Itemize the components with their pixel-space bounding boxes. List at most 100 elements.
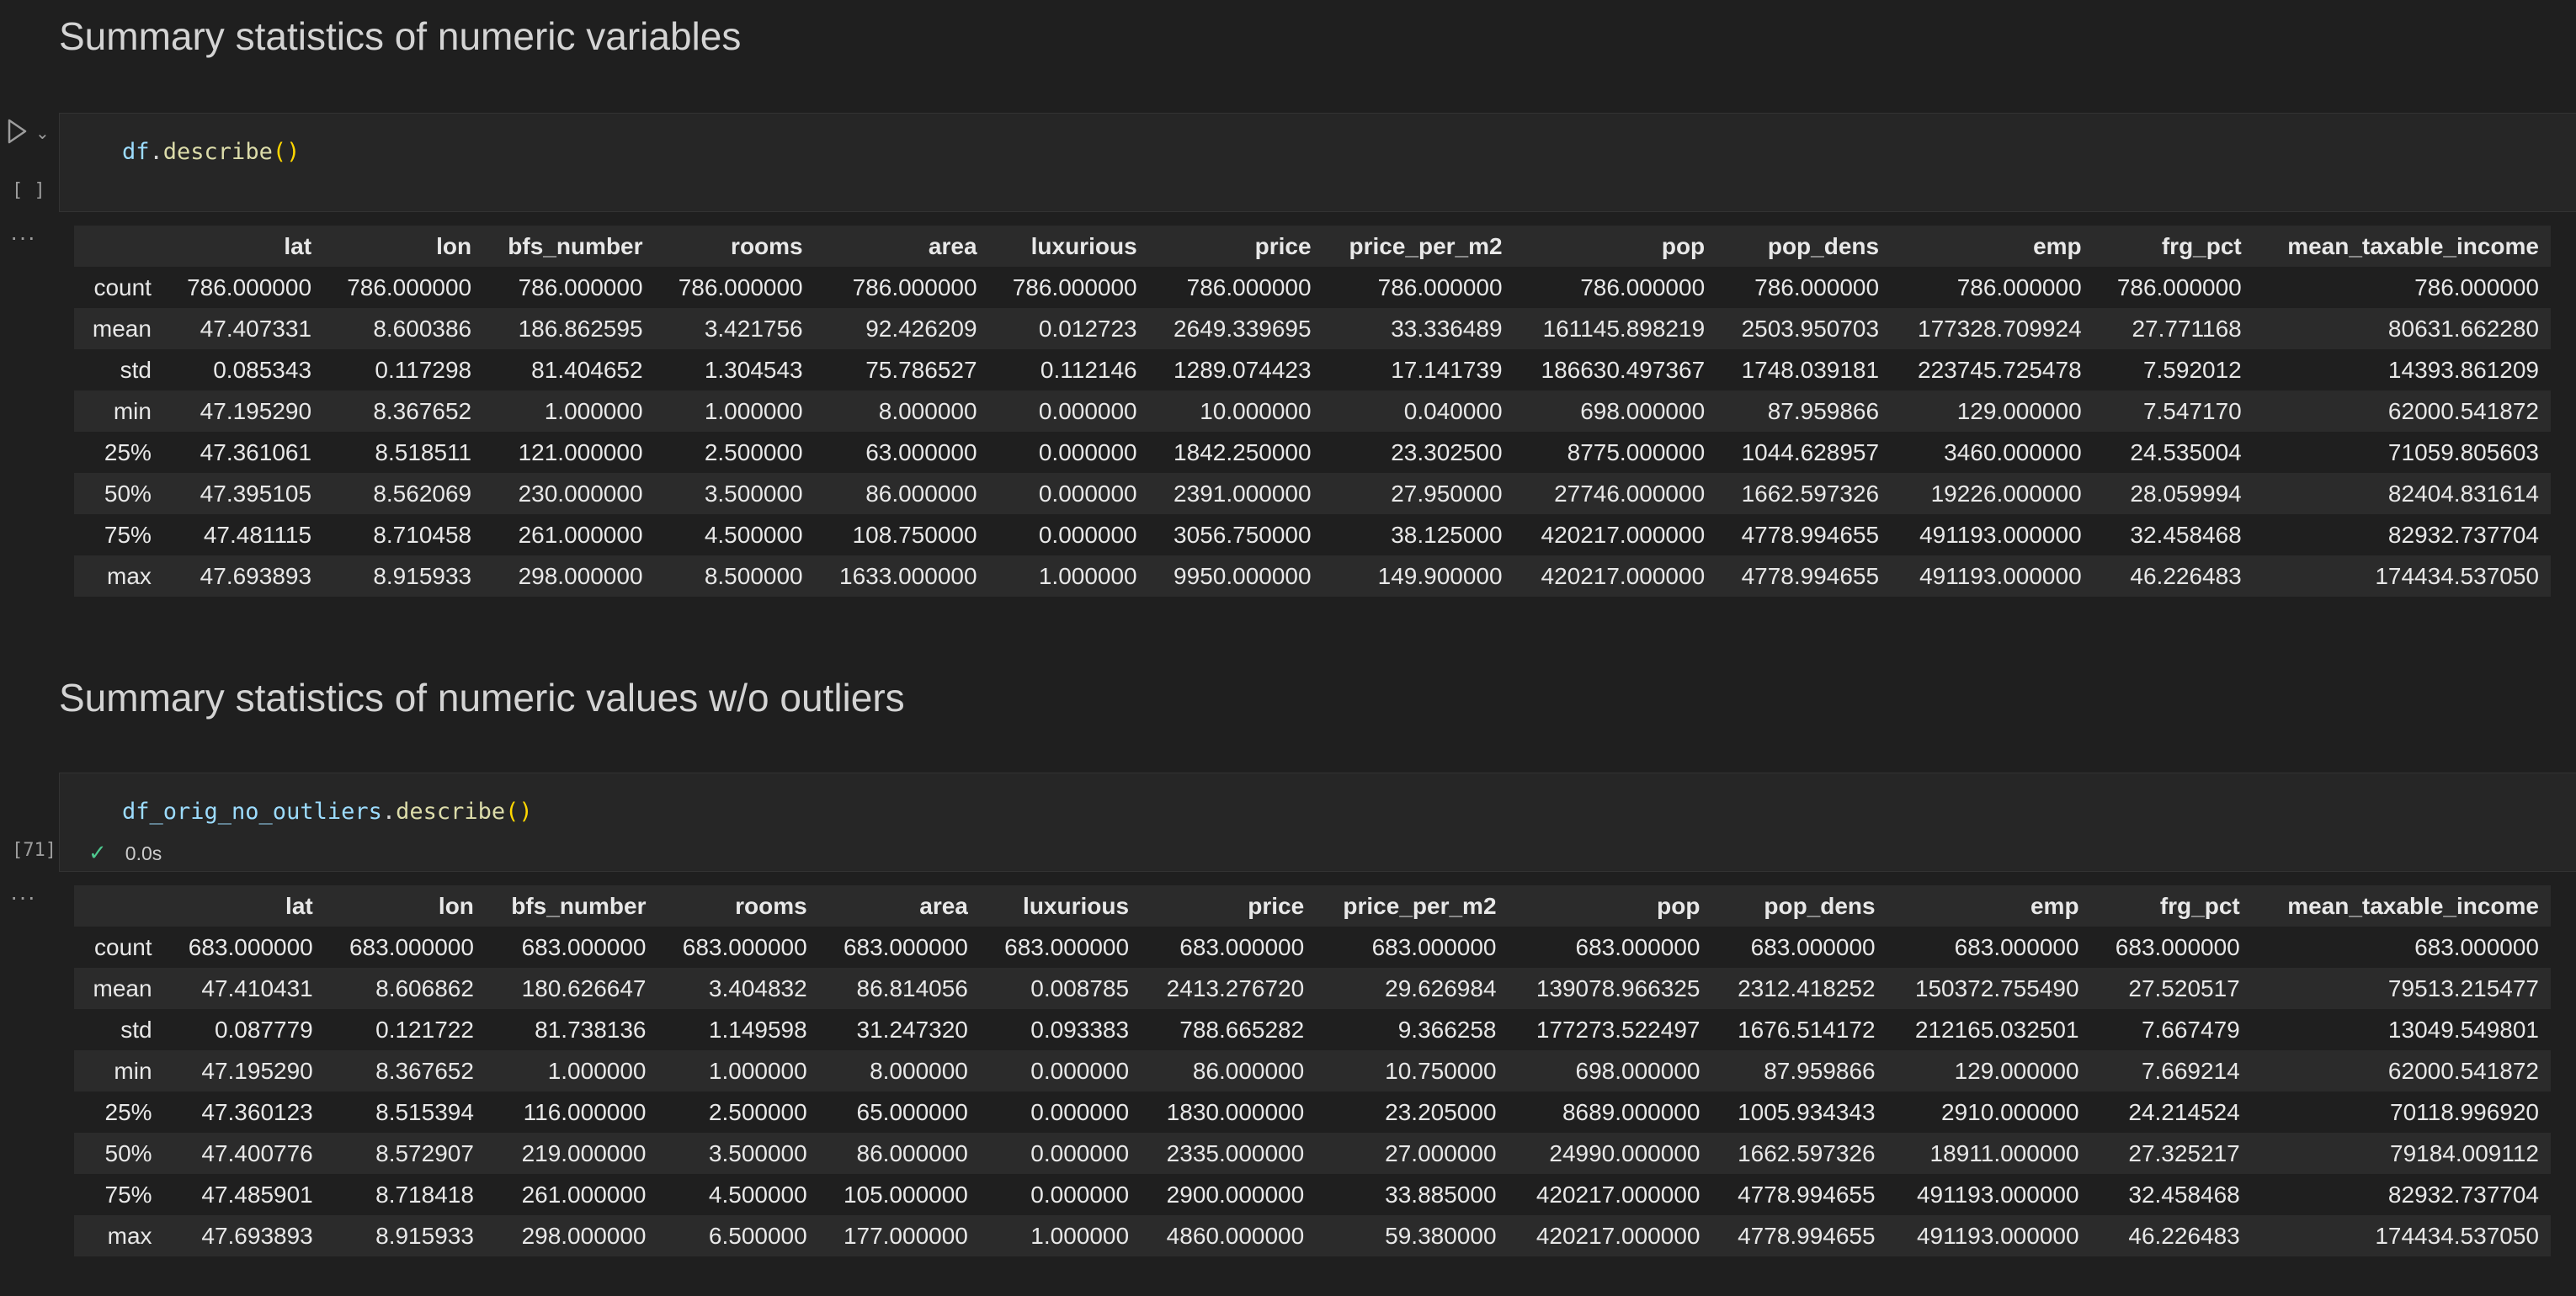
table-cell: 86.000000 <box>818 1133 980 1174</box>
table-cell: 1.000000 <box>485 1050 658 1092</box>
table-cell: 47.360123 <box>163 1092 325 1133</box>
table-cell: 420217.000000 <box>1508 1174 1712 1215</box>
table-cell: 59.380000 <box>1316 1215 1509 1256</box>
table-cell: 71059.805603 <box>2253 432 2551 473</box>
table-cell: 0.000000 <box>988 432 1149 473</box>
table-cell: 683.000000 <box>979 927 1142 968</box>
table-cell: 8.710458 <box>323 514 484 555</box>
table-cell: 698.000000 <box>1514 390 1717 432</box>
table-cell: 24.535004 <box>2093 432 2254 473</box>
table-cell: 32.458468 <box>2093 514 2254 555</box>
table-cell: 81.738136 <box>485 1009 658 1050</box>
table-cell: 47.407331 <box>162 308 324 349</box>
table-cell: 1662.597326 <box>1711 1133 1887 1174</box>
table-cell: 683.000000 <box>2251 927 2551 968</box>
table-row: 50% 47.395105 8.562069 230.000000 3.500000 86… <box>74 473 2551 514</box>
table-cell: 683.000000 <box>1711 927 1887 968</box>
table-cell: 13049.549801 <box>2251 1009 2551 1050</box>
code-cell-describe[interactable]: df.describe() <box>59 113 2576 212</box>
row-label: std <box>74 1009 164 1050</box>
markdown-heading-summary-statistics: Summary statistics of numeric variables <box>59 14 742 58</box>
table-cell: 47.693893 <box>163 1215 325 1256</box>
table-cell: 31.247320 <box>818 1009 980 1050</box>
table-cell: 63.000000 <box>814 432 989 473</box>
output-more-actions-icon[interactable]: ··· <box>10 884 36 911</box>
run-options-chevron-icon[interactable]: ⌄ <box>35 123 50 143</box>
table-cell: 788.665282 <box>1141 1009 1317 1050</box>
code-dot: . <box>149 139 163 165</box>
table-cell: 683.000000 <box>485 927 658 968</box>
table-cell: 82932.737704 <box>2253 514 2551 555</box>
column-header: luxurious <box>979 885 1142 927</box>
table-cell: 3056.750000 <box>1148 514 1323 555</box>
table-cell: 47.395105 <box>162 473 324 514</box>
table-cell: 4778.994655 <box>1716 514 1892 555</box>
column-header: lat <box>163 885 325 927</box>
table-cell: 9950.000000 <box>1148 555 1323 597</box>
table-row: 75% 47.481115 8.710458 261.000000 4.500000 10… <box>74 514 2551 555</box>
table-cell: 8.367652 <box>323 390 484 432</box>
row-label: min <box>74 390 163 432</box>
column-header: rooms <box>654 226 815 267</box>
table-row: 75% 47.485901 8.718418 261.000000 4.500000 10… <box>74 1174 2551 1215</box>
table-cell: 8.000000 <box>814 390 989 432</box>
table-cell: 129.000000 <box>1891 390 2094 432</box>
table-header-row: lat lon bfs_number rooms area luxurious price p… <box>74 226 2551 267</box>
table-cell: 0.000000 <box>988 390 1149 432</box>
column-header: area <box>818 885 980 927</box>
execution-count: [71] <box>12 840 56 861</box>
table-cell: 186630.497367 <box>1514 349 1717 390</box>
table-row: std 0.085343 0.117298 81.404652 1.304543 75.7… <box>74 349 2551 390</box>
table-cell: 0.112146 <box>988 349 1149 390</box>
table-cell: 1.000000 <box>654 390 815 432</box>
column-header: lat <box>162 226 324 267</box>
code-cell-describe-no-outliers[interactable]: df_orig_no_outliers.describe() ✓ 0.0s <box>59 773 2576 872</box>
table-cell: 47.485901 <box>163 1174 325 1215</box>
table-cell: 108.750000 <box>814 514 989 555</box>
table-cell: 82404.831614 <box>2253 473 2551 514</box>
table-cell: 1748.039181 <box>1716 349 1892 390</box>
table-cell: 1.000000 <box>483 390 655 432</box>
table-cell: 24990.000000 <box>1508 1133 1712 1174</box>
table-row: 25% 47.360123 8.515394 116.000000 2.500000 65… <box>74 1092 2551 1133</box>
table-cell: 8.500000 <box>654 555 815 597</box>
table-cell: 47.400776 <box>163 1133 325 1174</box>
table-cell: 786.000000 <box>2253 267 2551 308</box>
table-cell: 420217.000000 <box>1508 1215 1712 1256</box>
column-header: rooms <box>657 885 819 927</box>
column-header: mean_taxable_income <box>2251 885 2551 927</box>
table-cell: 8.572907 <box>324 1133 486 1174</box>
table-cell: 0.093383 <box>979 1009 1142 1050</box>
table-cell: 2335.000000 <box>1141 1133 1317 1174</box>
table-cell: 0.000000 <box>979 1174 1142 1215</box>
describe-output-table: lat lon bfs_number rooms area luxurious price p… <box>74 226 2551 597</box>
table-cell: 174434.537050 <box>2251 1215 2551 1256</box>
table-cell: 180.626647 <box>485 968 658 1009</box>
table-cell: 683.000000 <box>163 927 325 968</box>
table-cell: 786.000000 <box>1323 267 1514 308</box>
table-cell: 698.000000 <box>1508 1050 1712 1092</box>
table-cell: 219.000000 <box>485 1133 658 1174</box>
column-header: price <box>1148 226 1323 267</box>
table-cell: 28.059994 <box>2093 473 2254 514</box>
table-cell: 65.000000 <box>818 1092 980 1133</box>
table-cell: 23.205000 <box>1316 1092 1509 1133</box>
table-cell: 23.302500 <box>1323 432 1514 473</box>
table-cell: 139078.966325 <box>1508 968 1712 1009</box>
table-cell: 6.500000 <box>657 1215 819 1256</box>
output-more-actions-icon[interactable]: ··· <box>10 224 36 251</box>
table-cell: 10.000000 <box>1148 390 1323 432</box>
table-cell: 8.606862 <box>324 968 486 1009</box>
play-icon <box>8 119 27 144</box>
table-cell: 786.000000 <box>1891 267 2094 308</box>
column-header: frg_pct <box>2090 885 2252 927</box>
table-cell: 9.366258 <box>1316 1009 1509 1050</box>
table-cell: 46.226483 <box>2093 555 2254 597</box>
code-line[interactable]: df_orig_no_outliers.describe() <box>122 799 533 825</box>
code-line[interactable]: df.describe() <box>122 139 300 165</box>
run-cell-button[interactable] <box>7 118 29 145</box>
table-cell: 19226.000000 <box>1891 473 2094 514</box>
table-row: min 47.195290 8.367652 1.000000 1.000000 8.00… <box>74 390 2551 432</box>
table-cell: 0.000000 <box>979 1133 1142 1174</box>
table-row: max 47.693893 8.915933 298.000000 6.500000 17… <box>74 1215 2551 1256</box>
